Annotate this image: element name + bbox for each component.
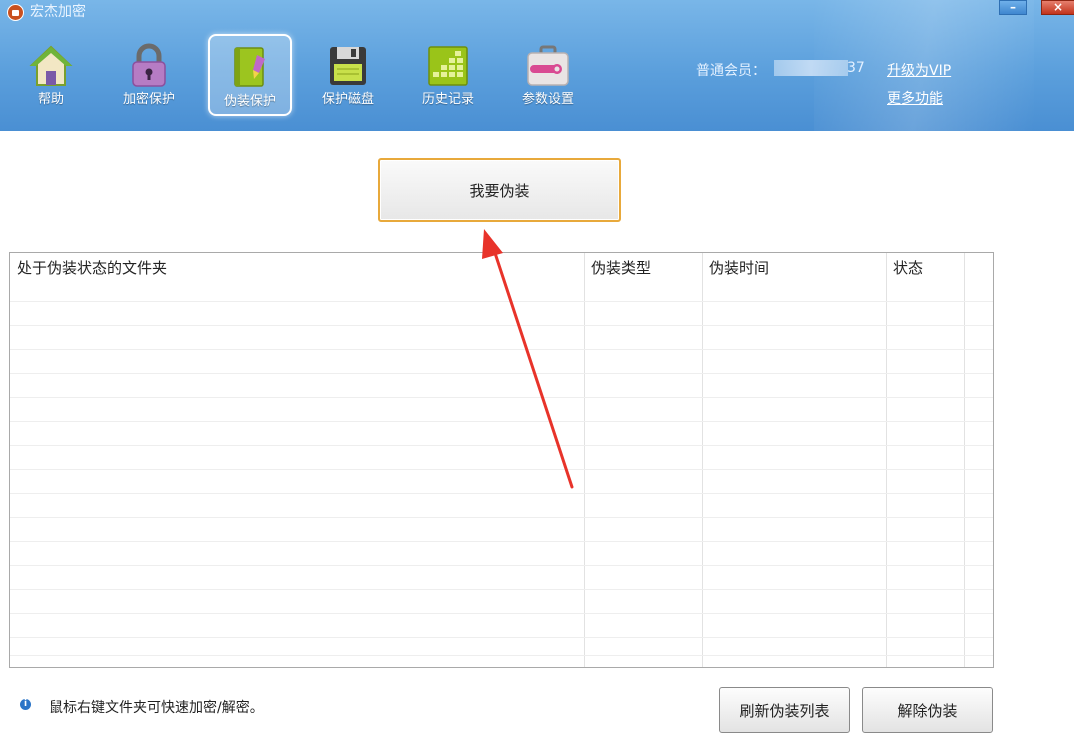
- column-header-time[interactable]: 伪装时间: [702, 253, 886, 301]
- row-divider: [10, 565, 993, 566]
- toolbar-history[interactable]: 历史记录: [406, 34, 490, 116]
- member-label: 普通会员：: [696, 63, 766, 79]
- house-icon: [29, 45, 73, 86]
- row-divider: [10, 325, 993, 326]
- disguised-folders-table[interactable]: 处于伪装状态的文件夹 伪装类型 伪装时间 状态: [9, 252, 994, 668]
- toolbar-history-label: 历史记录: [421, 92, 474, 107]
- window-title: 宏杰加密: [30, 4, 86, 20]
- row-divider: [10, 469, 993, 470]
- history-grid-icon: [428, 46, 468, 86]
- row-divider: [10, 589, 993, 590]
- close-button[interactable]: ×: [1041, 0, 1074, 15]
- padlock-icon: [132, 43, 166, 87]
- disguise-button[interactable]: 我要伪装: [378, 158, 621, 222]
- toolbar-disguise[interactable]: 伪装保护: [208, 34, 292, 116]
- row-divider: [10, 445, 993, 446]
- row-divider: [10, 421, 993, 422]
- column-header-status[interactable]: 状态: [886, 253, 964, 301]
- toolbar-encrypt[interactable]: 加密保护: [107, 34, 191, 116]
- more-features-link[interactable]: 更多功能: [887, 88, 943, 108]
- toolbar-settings[interactable]: 参数设置: [506, 34, 590, 116]
- column-divider: [964, 253, 965, 667]
- app-logo-icon: [7, 4, 24, 21]
- upgrade-vip-link[interactable]: 升级为VIP: [887, 60, 951, 80]
- row-divider: [10, 655, 993, 656]
- tip-text: 鼠标右键文件夹可快速加密/解密。: [49, 700, 264, 716]
- toolbar-encrypt-label: 加密保护: [122, 92, 175, 107]
- disguise-book-icon: [234, 47, 265, 87]
- wrench-toolbox-icon: [527, 45, 569, 86]
- toolbar-help-label: 帮助: [37, 92, 64, 107]
- column-header-type[interactable]: 伪装类型: [584, 253, 702, 301]
- row-divider: [10, 349, 993, 350]
- title-toolbar-area: 宏杰加密 – × 帮助 加密保护 伪装保护 保护磁盘 历史记录 参数设置 普通会…: [0, 0, 1074, 131]
- column-divider: [886, 253, 887, 667]
- row-divider: [10, 373, 993, 374]
- toolbar-disguise-label: 伪装保护: [223, 94, 276, 109]
- column-divider: [702, 253, 703, 667]
- member-id-suffix: 37: [847, 60, 865, 76]
- floppy-disk-icon: [330, 47, 366, 85]
- refresh-list-button[interactable]: 刷新伪装列表: [719, 687, 850, 733]
- toolbar-disk-label: 保护磁盘: [321, 92, 374, 107]
- member-id-redacted: [774, 60, 848, 76]
- info-icon: i: [20, 699, 31, 710]
- row-divider: [10, 637, 993, 638]
- row-divider: [10, 397, 993, 398]
- toolbar-disk[interactable]: 保护磁盘: [306, 34, 390, 116]
- toolbar-settings-label: 参数设置: [521, 92, 574, 107]
- toolbar-help[interactable]: 帮助: [9, 34, 93, 116]
- row-divider: [10, 493, 993, 494]
- remove-disguise-button[interactable]: 解除伪装: [862, 687, 993, 733]
- row-divider: [10, 301, 993, 302]
- minimize-button[interactable]: –: [999, 0, 1027, 15]
- column-divider: [584, 253, 585, 667]
- row-divider: [10, 613, 993, 614]
- row-divider: [10, 517, 993, 518]
- column-header-folder[interactable]: 处于伪装状态的文件夹: [10, 253, 584, 301]
- row-divider: [10, 541, 993, 542]
